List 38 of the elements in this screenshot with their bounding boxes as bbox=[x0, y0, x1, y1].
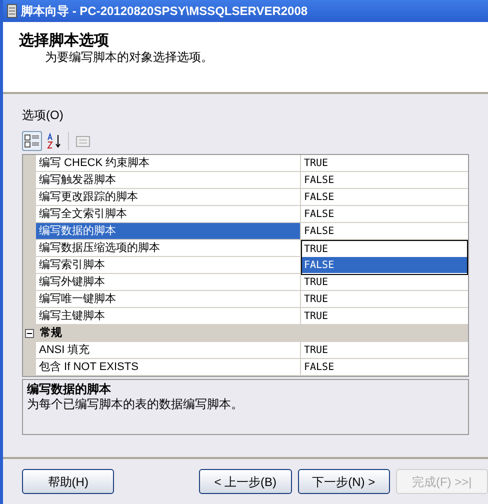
property-value[interactable]: TRUE bbox=[304, 308, 328, 324]
row-header bbox=[23, 155, 36, 172]
property-name[interactable]: 编写唯一键脚本 bbox=[36, 291, 301, 308]
wizard-button[interactable]: 下一步(N) > bbox=[298, 469, 390, 494]
dropdown-option[interactable]: FALSE bbox=[302, 257, 467, 273]
property-value[interactable]: TRUE bbox=[304, 290, 328, 308]
window-icon bbox=[7, 4, 17, 18]
property-value[interactable]: TRUE bbox=[304, 274, 328, 290]
property-name[interactable]: 编写外键脚本 bbox=[36, 274, 301, 291]
property-value[interactable]: FALSE bbox=[304, 358, 334, 376]
page-title: 选择脚本选项 bbox=[19, 32, 110, 50]
description-title: 编写数据的脚本 bbox=[27, 382, 112, 397]
property-name[interactable]: 编写 CHECK 约束脚本 bbox=[36, 155, 301, 172]
description-text: 为每个已编写脚本的表的数据编写脚本。 bbox=[27, 397, 244, 412]
options-label: 选项(O) bbox=[22, 107, 64, 122]
property-value[interactable]: TRUE bbox=[304, 155, 328, 172]
property-name[interactable]: 编写触发器脚本 bbox=[36, 172, 301, 189]
property-value[interactable]: FALSE bbox=[304, 222, 334, 240]
row-header bbox=[23, 359, 36, 376]
wizard-button[interactable]: < 上一步(B) bbox=[199, 469, 292, 494]
wizard-button[interactable]: 帮助(H) bbox=[22, 469, 114, 494]
property-value[interactable]: FALSE bbox=[304, 206, 334, 222]
category-row[interactable]: 常规 bbox=[23, 325, 468, 342]
property-name[interactable]: 包含 If NOT EXISTS bbox=[36, 359, 301, 376]
property-value[interactable]: FALSE bbox=[304, 188, 334, 206]
property-value[interactable]: FALSE bbox=[304, 172, 334, 188]
page-subtitle: 为要编写脚本的对象选择选项。 bbox=[44, 50, 214, 65]
property-value[interactable]: TRUE bbox=[304, 342, 328, 358]
property-name[interactable]: 编写索引脚本 bbox=[36, 257, 301, 274]
collapse-icon[interactable] bbox=[25, 329, 34, 338]
categorized-view-icon[interactable] bbox=[22, 131, 42, 151]
property-name[interactable]: ANSI 填充 bbox=[36, 342, 301, 359]
property-name[interactable]: 编写更改跟踪的脚本 bbox=[36, 189, 301, 206]
dropdown-option[interactable]: TRUE bbox=[302, 241, 467, 257]
property-name[interactable]: 编写数据的脚本 bbox=[36, 223, 301, 240]
category-label: 常规 bbox=[40, 326, 62, 341]
property-name[interactable]: 编写数据压缩选项的脚本 bbox=[36, 240, 301, 257]
window-title: 脚本向导 - PC-20120820SPSY\MSSQLSERVER2008 bbox=[21, 3, 308, 20]
